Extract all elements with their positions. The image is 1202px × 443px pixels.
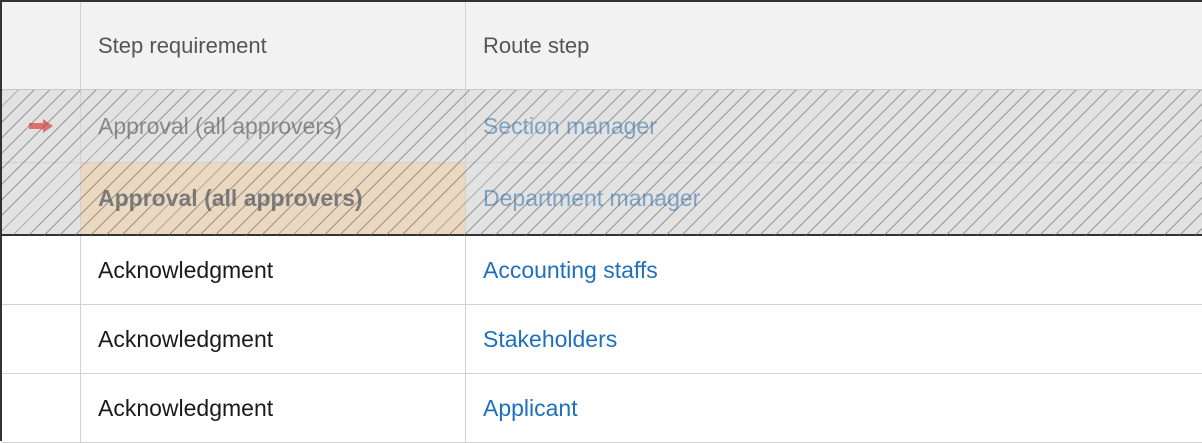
table-row: Approval (all approvers) Section manager — [2, 90, 1202, 163]
route-step-cell: Department manager — [466, 163, 1202, 234]
route-step-cell: Section manager — [466, 90, 1202, 162]
route-table: Step requirement Route step Approval (al… — [0, 0, 1202, 443]
step-requirement: Acknowledgment — [81, 236, 466, 304]
step-requirement: Approval (all approvers) — [81, 90, 466, 162]
table-row: Acknowledgment Stakeholders — [2, 305, 1202, 374]
marker-cell — [2, 305, 81, 373]
marker-cell — [2, 163, 81, 234]
route-step-link[interactable]: Stakeholders — [483, 326, 617, 353]
route-step-link[interactable]: Accounting staffs — [483, 257, 658, 284]
step-requirement: Acknowledgment — [81, 374, 466, 442]
header-marker-cell — [2, 2, 81, 89]
route-step-link[interactable]: Section manager — [483, 113, 657, 140]
marker-cell — [2, 374, 81, 442]
marker-cell — [2, 90, 81, 162]
table-header-row: Step requirement Route step — [2, 2, 1202, 90]
step-requirement-current: Approval (all approvers) — [81, 163, 466, 234]
table-row: Acknowledgment Accounting staffs — [2, 236, 1202, 305]
arrow-right-icon — [29, 119, 53, 133]
step-requirement: Acknowledgment — [81, 305, 466, 373]
marker-cell — [2, 236, 81, 304]
table-row: Approval (all approvers) Department mana… — [2, 163, 1202, 236]
route-step-link[interactable]: Applicant — [483, 395, 578, 422]
route-step-cell: Stakeholders — [466, 305, 1202, 373]
route-step-link[interactable]: Department manager — [483, 185, 700, 212]
table-row: Acknowledgment Applicant — [2, 374, 1202, 443]
route-step-cell: Accounting staffs — [466, 236, 1202, 304]
header-route-step: Route step — [483, 32, 590, 58]
route-step-cell: Applicant — [466, 374, 1202, 442]
header-step-requirement: Step requirement — [81, 2, 466, 89]
